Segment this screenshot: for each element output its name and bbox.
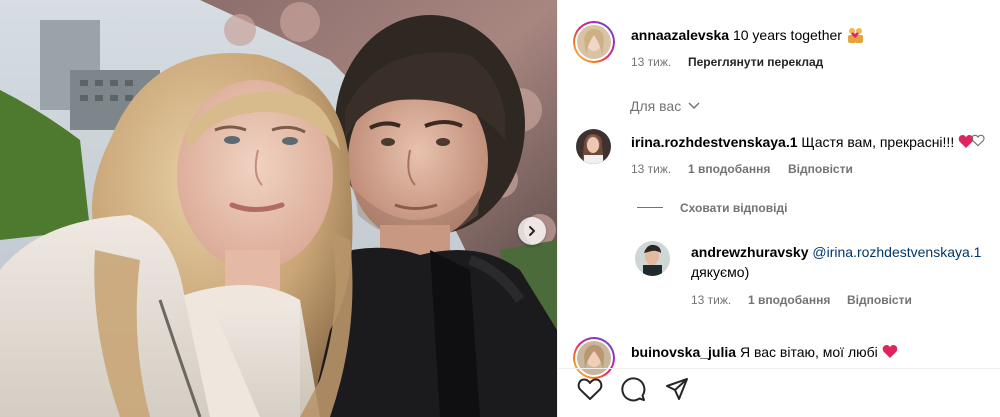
comment-like-button[interactable] [971, 134, 987, 150]
red-heart-icon [882, 344, 898, 363]
hide-replies-button[interactable]: Сховати відповіді [680, 200, 787, 216]
comment-bubble-icon [620, 376, 646, 407]
comment-username[interactable]: irina.rozhdestvenskaya.1 [631, 134, 798, 150]
reply-text: дякуємо) [691, 264, 750, 280]
couple-with-heart-icon [846, 27, 864, 47]
reply-username[interactable]: andrewzhuravsky [691, 244, 809, 260]
comments-panel: annaazalevska 10 years together 13 тиж. … [557, 0, 1000, 417]
comment-text: Я вас вітаю, мої любі [739, 344, 878, 360]
post-actions-bar [558, 368, 1000, 417]
post-time[interactable]: 13 тиж. [631, 54, 671, 70]
chevron-right-icon [526, 225, 538, 237]
heart-outline-icon [577, 377, 603, 406]
comment-item: buinovska_julia Я вас вітаю, мої любі [631, 343, 898, 363]
post-photo[interactable] [0, 0, 557, 417]
comment-username[interactable]: buinovska_julia [631, 344, 736, 360]
sort-dropdown[interactable]: Для вас [630, 96, 700, 115]
comment-time[interactable]: 13 тиж. [631, 161, 671, 177]
comment-item: irina.rozhdestvenskaya.1 Щастя вам, прек… [631, 133, 974, 153]
share-button[interactable] [663, 377, 691, 405]
reply-mention-link[interactable]: @irina.rozhdestvenskaya.1 [812, 244, 981, 260]
comment-reply-button[interactable]: Відповісти [788, 161, 853, 177]
replies-divider [637, 207, 663, 208]
author-username[interactable]: annaazalevska [631, 27, 729, 43]
sort-label: Для вас [630, 98, 682, 114]
like-button[interactable] [576, 377, 604, 405]
carousel-next-button[interactable] [518, 217, 546, 245]
comment-likes-count[interactable]: 1 вподобання [688, 161, 770, 177]
reply-time[interactable]: 13 тиж. [691, 292, 731, 308]
comment-button[interactable] [619, 376, 647, 407]
post-caption: 10 years together [732, 27, 842, 43]
heart-outline-icon [971, 134, 985, 151]
paper-plane-icon [665, 377, 689, 406]
comment-text: Щастя вам, прекрасні!!! [801, 134, 955, 150]
chevron-down-icon [688, 96, 700, 114]
reply-reply-button[interactable]: Відповісти [847, 292, 912, 308]
see-translation-link[interactable]: Переглянути переклад [688, 54, 823, 70]
reply-avatar[interactable] [635, 241, 670, 276]
couple-selfie-image [0, 0, 557, 417]
reply-item: andrewzhuravsky @irina.rozhdestvenskaya.… [691, 243, 981, 261]
author-avatar[interactable] [573, 21, 615, 63]
commenter-avatar[interactable] [576, 129, 611, 164]
reply-likes-count[interactable]: 1 вподобання [748, 292, 830, 308]
